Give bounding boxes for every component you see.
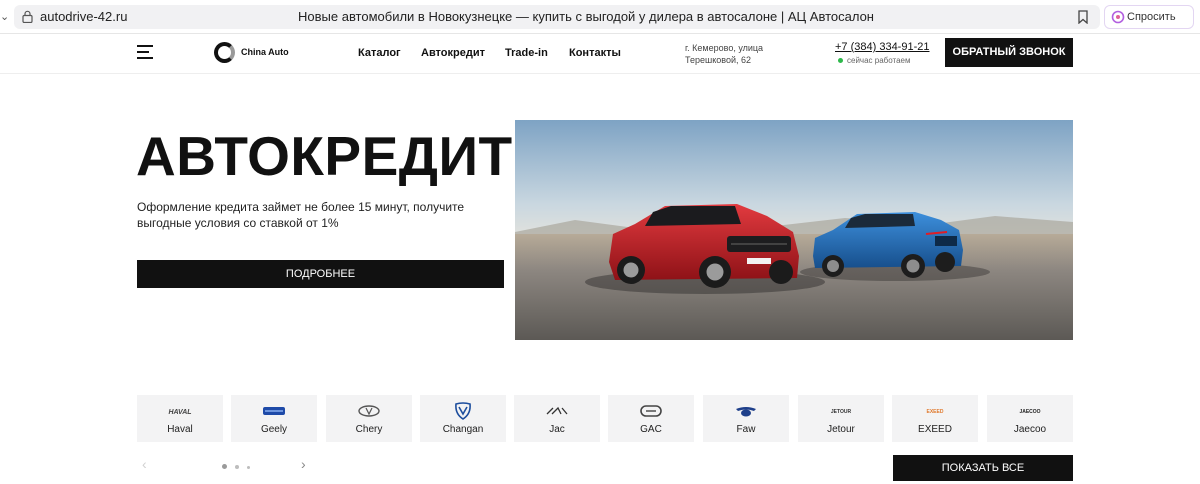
- nav-contacts[interactable]: Контакты: [569, 46, 621, 60]
- logo-text: China Auto: [241, 47, 289, 57]
- brand-card-jetour[interactable]: JETOUR Jetour: [798, 395, 884, 442]
- brand-card-gac[interactable]: GAC: [608, 395, 694, 442]
- callback-button[interactable]: ОБРАТНЫЙ ЗВОНОК: [945, 38, 1073, 67]
- pagination-dot[interactable]: [247, 465, 250, 469]
- chevron-left-icon[interactable]: ‹: [142, 457, 152, 471]
- logo-ring-icon: [214, 42, 235, 63]
- brand-name: GAC: [640, 424, 662, 435]
- hero-banner-image[interactable]: [515, 120, 1073, 340]
- faw-logo-icon: [703, 404, 789, 418]
- show-all-button[interactable]: ПОКАЗАТЬ ВСЕ: [893, 455, 1073, 481]
- svg-text:HAVAL: HAVAL: [168, 409, 191, 416]
- brand-card-faw[interactable]: Faw: [703, 395, 789, 442]
- bookmark-icon[interactable]: [1077, 10, 1089, 24]
- ask-button[interactable]: Спросить: [1104, 5, 1194, 29]
- hamburger-menu-icon[interactable]: [137, 45, 153, 59]
- svg-text:EXEED: EXEED: [927, 409, 944, 415]
- svg-text:JAECOO: JAECOO: [1019, 409, 1040, 415]
- ask-label: Спросить: [1127, 11, 1176, 23]
- chery-logo-icon: [326, 404, 412, 418]
- brand-name: EXEED: [918, 424, 952, 435]
- jac-logo-icon: [514, 404, 600, 418]
- brand-card-jac[interactable]: Jac: [514, 395, 600, 442]
- nav-autocredit[interactable]: Автокредит: [421, 46, 485, 60]
- site-header: China Auto Каталог Автокредит Trade-in К…: [0, 34, 1200, 74]
- jetour-logo-icon: JETOUR: [798, 404, 884, 418]
- dealer-address: г. Кемерово, улица Терешковой, 62: [685, 42, 795, 66]
- changan-logo-icon: [420, 402, 506, 420]
- open-status: сейчас работаем: [838, 56, 910, 65]
- chevron-down-icon[interactable]: ⌄: [0, 10, 10, 24]
- hero-title: АВТОКРЕДИТ: [136, 125, 513, 187]
- brand-name: Changan: [442, 424, 484, 435]
- details-button[interactable]: ПОДРОБНЕЕ: [137, 260, 504, 288]
- carousel-pagination: [222, 464, 262, 470]
- logo[interactable]: China Auto: [214, 42, 314, 64]
- jaecoo-logo-icon: JAECOO: [987, 404, 1073, 418]
- nav-trade-in[interactable]: Trade-in: [505, 46, 548, 60]
- brand-card-geely[interactable]: Geely: [231, 395, 317, 442]
- assistant-icon: [1111, 10, 1125, 24]
- brand-name: Haval: [167, 424, 193, 435]
- brand-card-changan[interactable]: Changan: [420, 395, 506, 442]
- geely-logo-icon: [231, 404, 317, 418]
- gac-logo-icon: [608, 404, 694, 418]
- address-bar[interactable]: autodrive-42.ru Новые автомобили в Новок…: [14, 5, 1100, 29]
- svg-text:JETOUR: JETOUR: [831, 409, 852, 415]
- brand-name: Jetour: [827, 424, 855, 435]
- address-line-1: г. Кемерово, улица: [685, 43, 764, 53]
- brand-card-jaecoo[interactable]: JAECOO Jaecoo: [987, 395, 1073, 442]
- browser-toolbar: ⌄ autodrive-42.ru Новые автомобили в Нов…: [0, 0, 1200, 34]
- nav-catalog[interactable]: Каталог: [358, 46, 401, 60]
- pagination-dot-active[interactable]: [222, 464, 227, 469]
- url-text[interactable]: autodrive-42.ru: [40, 9, 127, 25]
- status-text: сейчас работаем: [847, 56, 911, 65]
- lock-icon[interactable]: [22, 10, 33, 23]
- exeed-logo-icon: EXEED: [892, 404, 978, 418]
- brand-name: Jaecoo: [1013, 424, 1047, 435]
- brand-card-exeed[interactable]: EXEED EXEED: [892, 395, 978, 442]
- address-line-2: Терешковой, 62: [685, 55, 751, 65]
- brand-name: Faw: [736, 424, 756, 435]
- brand-name: Chery: [355, 424, 383, 435]
- pagination-dot[interactable]: [235, 465, 239, 469]
- brand-card-haval[interactable]: HAVAL Haval: [137, 395, 223, 442]
- brand-name: Jac: [549, 424, 565, 435]
- brand-name: Geely: [260, 424, 288, 435]
- phone-link[interactable]: +7 (384) 334-91-21: [835, 41, 929, 53]
- status-dot-icon: [838, 58, 843, 64]
- hero-subtitle: Оформление кредита займет не более 15 ми…: [137, 200, 465, 230]
- page-title-text: Новые автомобили в Новокузнецке — купить…: [298, 9, 874, 24]
- brand-card-chery[interactable]: Chery: [326, 395, 412, 442]
- haval-logo-icon: HAVAL: [137, 404, 223, 418]
- chevron-right-icon[interactable]: ›: [301, 457, 311, 471]
